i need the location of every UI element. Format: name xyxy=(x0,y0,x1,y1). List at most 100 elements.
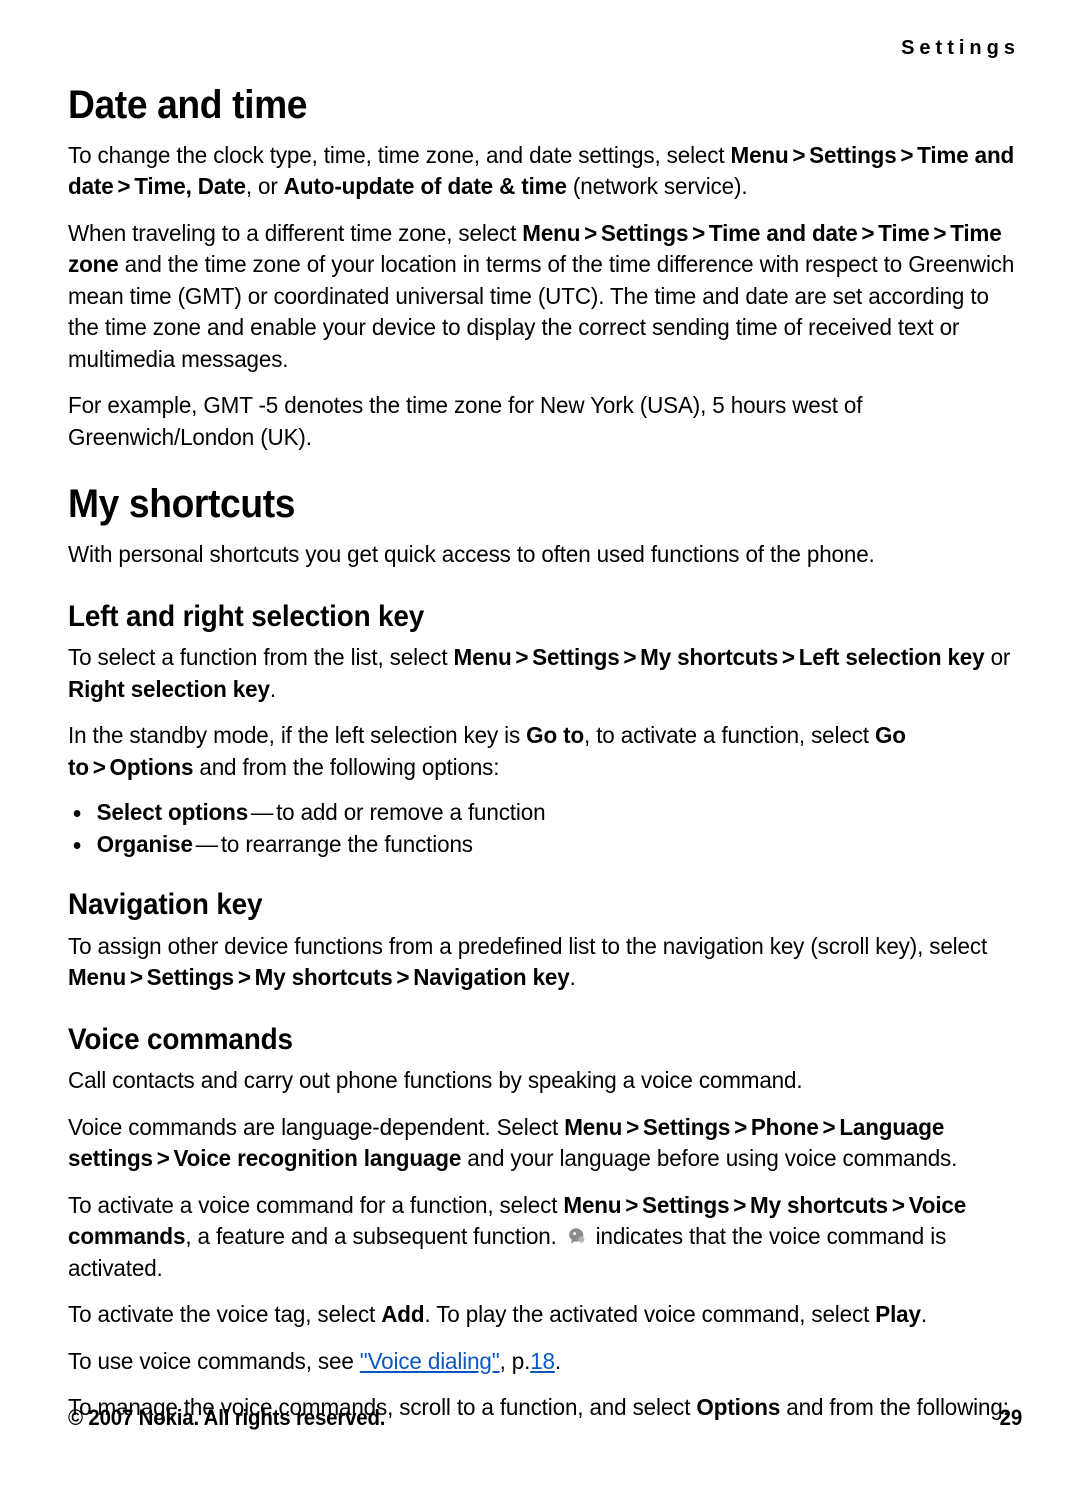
ui-path-menu: Menu xyxy=(730,142,789,168)
ui-path-my-shortcuts: My shortcuts xyxy=(750,1191,889,1218)
text-run: . xyxy=(554,1347,561,1374)
text-run: To change the clock type, time, time zon… xyxy=(68,142,731,168)
text-run: To select a function from the list, sele… xyxy=(68,644,454,671)
paragraph-standby-go-to: In the standby mode, if the left selecti… xyxy=(68,720,1016,783)
text-run: and the time zone of your location in te… xyxy=(68,251,1015,372)
ui-path-add: Add xyxy=(381,1301,425,1328)
paragraph-activate-voice-command: To activate a voice command for a functi… xyxy=(68,1190,1016,1284)
path-separator: > xyxy=(623,644,637,671)
text-run: To activate the voice tag, select xyxy=(68,1301,382,1328)
voice-command-indicator-icon xyxy=(566,1225,587,1247)
ui-path-options: Options xyxy=(109,753,194,780)
ui-path-phone: Phone xyxy=(750,1113,819,1140)
paragraph-change-clock-settings: To change the clock type, time, time zon… xyxy=(68,140,1016,203)
page-footer: © 2007 Nokia. All rights reserved. 29 xyxy=(68,1405,1022,1431)
text-run: and your language before using voice com… xyxy=(461,1145,958,1172)
text-run: , or xyxy=(245,173,284,200)
text-run: or xyxy=(984,644,1011,671)
ui-path-settings: Settings xyxy=(600,219,689,246)
text-run: . To play the activated voice command, s… xyxy=(424,1301,876,1328)
ui-path-voice-recognition-language: Voice recognition language xyxy=(173,1145,462,1172)
text-run: (network service). xyxy=(566,173,748,200)
copyright-notice: © 2007 Nokia. All rights reserved. xyxy=(68,1405,386,1430)
ui-path-menu: Menu xyxy=(453,644,512,671)
ui-path-right-selection-key: Right selection key xyxy=(68,675,270,702)
ui-path-my-shortcuts: My shortcuts xyxy=(254,964,393,991)
text-run: , a feature and a subsequent function. xyxy=(185,1223,563,1250)
text-run: . xyxy=(569,964,576,991)
list-item: Organise — to rearrange the functions xyxy=(68,830,979,860)
em-dash: — xyxy=(250,799,274,826)
ui-path-settings: Settings xyxy=(532,644,620,671)
ui-path-play: Play xyxy=(875,1301,921,1328)
ui-path-menu: Menu xyxy=(564,1113,623,1140)
paragraph-personal-shortcuts-intro: With personal shortcuts you get quick ac… xyxy=(68,541,875,568)
path-separator: > xyxy=(933,219,947,246)
path-separator: > xyxy=(625,1191,639,1218)
path-separator: > xyxy=(584,219,598,246)
text-run: To assign other device functions from a … xyxy=(68,932,988,959)
paragraph-language-dependent: Voice commands are language-dependent. S… xyxy=(68,1112,1016,1175)
path-separator: > xyxy=(781,644,795,671)
ui-path-menu: Menu xyxy=(563,1191,622,1218)
document-page: Settings Date and time To change the clo… xyxy=(0,0,1080,1496)
paragraph-gmt-example: For example, GMT -5 denotes the time zon… xyxy=(68,392,863,450)
paragraph-voice-tag-add-play: To activate the voice tag, select Add. T… xyxy=(68,1299,1016,1330)
ui-path-auto-update: Auto-update of date & time xyxy=(283,173,567,200)
option-label: Organise xyxy=(96,830,193,857)
page-number: 29 xyxy=(999,1405,1023,1430)
path-separator: > xyxy=(733,1191,747,1218)
ui-path-navigation-key: Navigation key xyxy=(413,964,570,991)
text-run: , to activate a function, select xyxy=(584,722,875,749)
heading-navigation-key: Navigation key xyxy=(68,888,263,922)
heading-date-and-time: Date and time xyxy=(68,83,308,127)
paragraph-assign-navigation-key: To assign other device functions from a … xyxy=(68,931,1016,994)
text-run: To activate a voice command for a functi… xyxy=(68,1191,564,1218)
path-separator: > xyxy=(515,644,529,671)
text-run: Voice commands are language-dependent. S… xyxy=(68,1113,565,1140)
ui-path-settings: Settings xyxy=(642,1113,731,1140)
paragraph-time-zone-travel: When traveling to a different time zone,… xyxy=(68,218,1016,375)
ui-path-settings: Settings xyxy=(146,964,235,991)
option-description: to rearrange the functions xyxy=(220,830,473,857)
bullet-dot-icon xyxy=(73,842,81,849)
page-content: Settings Date and time To change the clo… xyxy=(68,38,1022,1424)
text-run: When traveling to a different time zone,… xyxy=(68,219,523,246)
path-separator: > xyxy=(237,964,251,991)
path-separator: > xyxy=(396,964,410,991)
text-run: and from the following options: xyxy=(193,753,500,780)
paragraph-see-voice-dialing-xref: To use voice commands, see "Voice dialin… xyxy=(68,1346,1016,1377)
heading-voice-commands: Voice commands xyxy=(68,1022,293,1056)
path-separator: > xyxy=(861,219,875,246)
text-run: . xyxy=(920,1301,927,1328)
paragraph-select-function-from-list: To select a function from the list, sele… xyxy=(68,642,1016,705)
ui-path-my-shortcuts: My shortcuts xyxy=(640,644,779,671)
ui-path-go-to: Go to xyxy=(526,722,585,749)
option-description: to add or remove a function xyxy=(276,799,546,826)
link-voice-dialing[interactable]: "Voice dialing" xyxy=(360,1348,500,1374)
link-page-18[interactable]: 18 xyxy=(530,1348,555,1374)
em-dash: — xyxy=(195,830,218,857)
path-separator: > xyxy=(129,964,143,991)
paragraph-call-contacts-intro: Call contacts and carry out phone functi… xyxy=(68,1067,803,1094)
text-run: To use voice commands, see xyxy=(68,1347,360,1374)
path-separator: > xyxy=(626,1113,640,1140)
path-separator: > xyxy=(792,142,806,168)
list-item: Select options — to add or remove a functi… xyxy=(68,798,979,828)
bullet-dot-icon xyxy=(73,810,81,818)
path-separator: > xyxy=(92,753,106,780)
path-separator: > xyxy=(900,142,914,168)
ui-path-menu: Menu xyxy=(522,219,581,246)
ui-path-left-selection-key: Left selection key xyxy=(798,644,985,671)
list-go-to-options: Select options — to add or remove a functi… xyxy=(68,798,1022,859)
running-header: Settings xyxy=(901,37,1020,59)
path-separator: > xyxy=(156,1145,170,1172)
option-label: Select options xyxy=(96,799,249,826)
ui-path-time: Time xyxy=(878,219,930,246)
path-separator: > xyxy=(822,1113,836,1140)
ui-path-time-date: Time, Date xyxy=(134,173,246,200)
ui-path-settings: Settings xyxy=(642,1191,730,1218)
text-run: , p. xyxy=(499,1347,531,1374)
path-separator: > xyxy=(117,173,131,200)
path-separator: > xyxy=(891,1191,905,1218)
